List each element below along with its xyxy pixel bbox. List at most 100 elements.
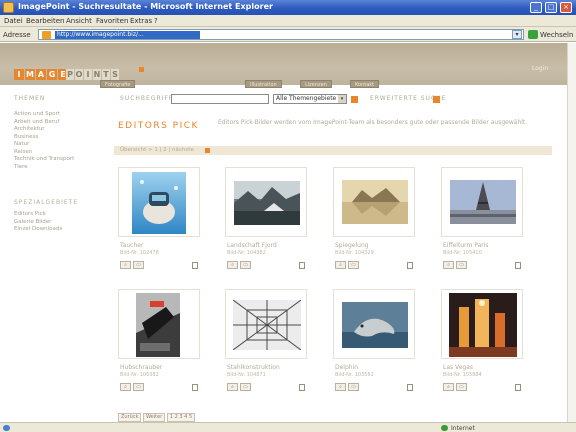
pager-prev[interactable]: Zurück (118, 413, 142, 422)
pager-next[interactable]: Weiter (143, 413, 166, 422)
cart-icon[interactable]: ▭ (133, 383, 144, 391)
sidebar-item-natur[interactable]: Natur (14, 141, 104, 149)
thumb-title[interactable]: Spiegelung (335, 242, 369, 249)
vertical-scrollbar[interactable] (567, 43, 576, 422)
imagepoint-logo-rest: POINTS (66, 62, 120, 80)
page-icon[interactable] (192, 384, 198, 391)
cart-icon[interactable]: ▭ (348, 383, 359, 391)
address-input[interactable]: http://www.imagepoint.biz/... (38, 29, 524, 40)
thumbnail-image[interactable] (132, 172, 186, 234)
zoom-icon[interactable]: ⌕ (227, 261, 238, 269)
zoom-icon[interactable]: ⌕ (335, 383, 346, 391)
sidebar-item-business[interactable]: Business (14, 134, 104, 142)
page-icon[interactable] (515, 384, 521, 391)
sidebar-item-technik[interactable]: Technik und Transport (14, 156, 104, 164)
thumb-meta: Bild-Nr. 105884 (443, 372, 482, 378)
thumbnail-image[interactable] (450, 180, 516, 224)
menu-file[interactable]: Datei (4, 17, 23, 25)
menu-favorites[interactable]: Favoriten (96, 17, 128, 25)
go-arrow-icon[interactable] (528, 30, 538, 39)
zoom-icon[interactable]: ⌕ (120, 383, 131, 391)
cart-icon[interactable]: ▭ (348, 261, 359, 269)
nav-tab-lizenzen[interactable]: Lizenzen (300, 80, 332, 88)
thumb-meta: Bild-Nr. 106382 (120, 372, 159, 378)
browser-window: ImagePoint - Suchresultate - Microsoft I… (0, 0, 576, 432)
address-dropdown-icon[interactable]: ▾ (512, 30, 522, 39)
cart-icon[interactable]: ▭ (456, 383, 467, 391)
thumb-title[interactable]: Hubschrauber (120, 364, 162, 371)
login-link[interactable]: Login (532, 65, 548, 72)
thumb-title[interactable]: Landschaft Fjord (227, 242, 277, 249)
breadcrumb-text[interactable]: Übersicht > 1 | 2 | nächste (120, 147, 194, 153)
cart-icon[interactable]: ▭ (240, 383, 251, 391)
sidebar-item-action-sport[interactable]: Action und Sport (14, 111, 104, 119)
sidebar-item-tiere[interactable]: Tiere (14, 164, 104, 172)
logo-letter: T (102, 69, 110, 80)
sidebar-item-editors-pick[interactable]: Editors Pick (14, 211, 104, 219)
advanced-search-go-button[interactable] (433, 96, 440, 103)
nav-tab-kontakt[interactable]: Kontakt (350, 80, 380, 88)
thumb-meta: Bild-Nr. 105410 (443, 250, 482, 256)
search-go-button[interactable] (351, 96, 358, 103)
thumb-title[interactable]: Las Vegas (443, 364, 473, 371)
sidebar-item-architektur[interactable]: Architektur (14, 126, 104, 134)
address-url[interactable]: http://www.imagepoint.biz/... (55, 31, 200, 39)
zoom-icon[interactable]: ⌕ (227, 383, 238, 391)
category-select[interactable]: Alle Themengebiete ▾ (273, 94, 347, 104)
thumb-frame (118, 167, 200, 237)
page-icon[interactable] (192, 262, 198, 269)
thumbnail-image[interactable] (136, 293, 180, 357)
zoom-icon[interactable]: ⌕ (443, 383, 454, 391)
search-input[interactable] (171, 94, 269, 104)
thumbnail-image[interactable] (233, 300, 301, 350)
search-label: SUCHBEGRIFF (120, 95, 174, 102)
thumb-title[interactable]: Delphin (335, 364, 358, 371)
sidebar-item-downloads[interactable]: Einzel Downloads (14, 226, 104, 234)
logo-letter: A (36, 69, 46, 80)
thumb-title[interactable]: Eiffelturm Paris (443, 242, 489, 249)
next-arrow-icon[interactable] (205, 148, 210, 153)
chevron-down-icon[interactable]: ▾ (338, 95, 346, 103)
page-icon[interactable] (299, 262, 305, 269)
nav-tab-illustration[interactable]: Illustration (245, 80, 282, 88)
menu-edit[interactable]: Bearbeiten (26, 17, 64, 25)
sidebar-section-title: SPEZIALGEBIETE (14, 199, 79, 206)
menu-help[interactable]: ? (154, 17, 158, 25)
page-icon[interactable] (407, 384, 413, 391)
thumb-meta: Bild-Nr. 104871 (227, 372, 266, 378)
thumb-title[interactable]: Taucher (120, 242, 143, 249)
sidebar-item-arbeit[interactable]: Arbeit und Beruf (14, 119, 104, 127)
security-zone: Internet (451, 425, 475, 432)
thumbnail-image[interactable] (342, 302, 408, 348)
close-button[interactable]: × (560, 2, 572, 13)
menu-tools[interactable]: Extras (130, 17, 152, 25)
zoom-icon[interactable]: ⌕ (443, 261, 454, 269)
thumb-title[interactable]: Stahlkonstruktion (227, 364, 280, 371)
sidebar-item-galerie[interactable]: Galerie Bilder (14, 219, 104, 227)
page-icon[interactable] (515, 262, 521, 269)
thumb-meta: Bild-Nr. 104382 (227, 250, 266, 256)
logo-letter: O (75, 69, 83, 80)
logo-letter: G (47, 69, 57, 80)
minimize-button[interactable]: _ (530, 2, 542, 13)
nav-tab-fotografie[interactable]: Fotografie (100, 80, 136, 88)
page-icon[interactable] (299, 384, 305, 391)
thumbnail-image[interactable] (234, 181, 300, 225)
cart-icon[interactable]: ▭ (456, 261, 467, 269)
page-icon[interactable] (407, 262, 413, 269)
imagepoint-logo[interactable]: IMAGE (14, 62, 69, 80)
sidebar-item-reisen[interactable]: Reisen (14, 149, 104, 157)
cart-icon[interactable]: ▭ (133, 261, 144, 269)
menu-view[interactable]: Ansicht (66, 17, 92, 25)
cart-icon[interactable]: ▭ (240, 261, 251, 269)
zoom-icon[interactable]: ⌕ (335, 261, 346, 269)
maximize-button[interactable]: □ (545, 2, 557, 13)
page-description: Editors Pick-Bilder werden vom ImagePoin… (218, 119, 528, 126)
zoom-icon[interactable]: ⌕ (120, 261, 131, 269)
thumbnail-image[interactable] (449, 293, 517, 357)
search-row: THEMEN SUCHBEGRIFF Alle Themengebiete ▾ … (0, 92, 576, 106)
thumbnail-image[interactable] (342, 180, 408, 224)
go-button[interactable]: Wechseln zu (540, 31, 576, 39)
pager-pages[interactable]: 1 2 3 4 5 (166, 413, 196, 422)
address-bar: Adresse http://www.imagepoint.biz/... ▾ … (0, 27, 576, 42)
